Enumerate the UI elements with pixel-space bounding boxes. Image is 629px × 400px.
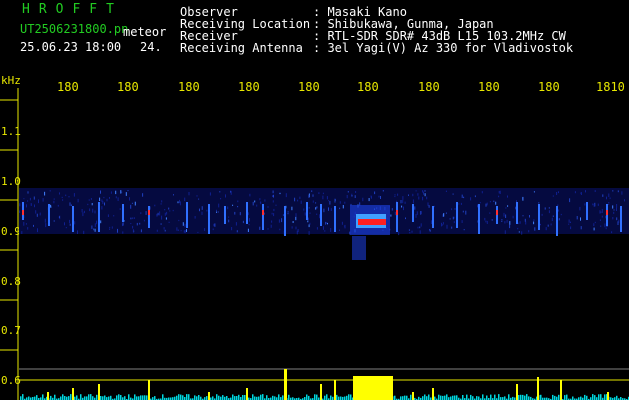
spectrogram [0,88,629,400]
meteor-echo [350,205,390,260]
